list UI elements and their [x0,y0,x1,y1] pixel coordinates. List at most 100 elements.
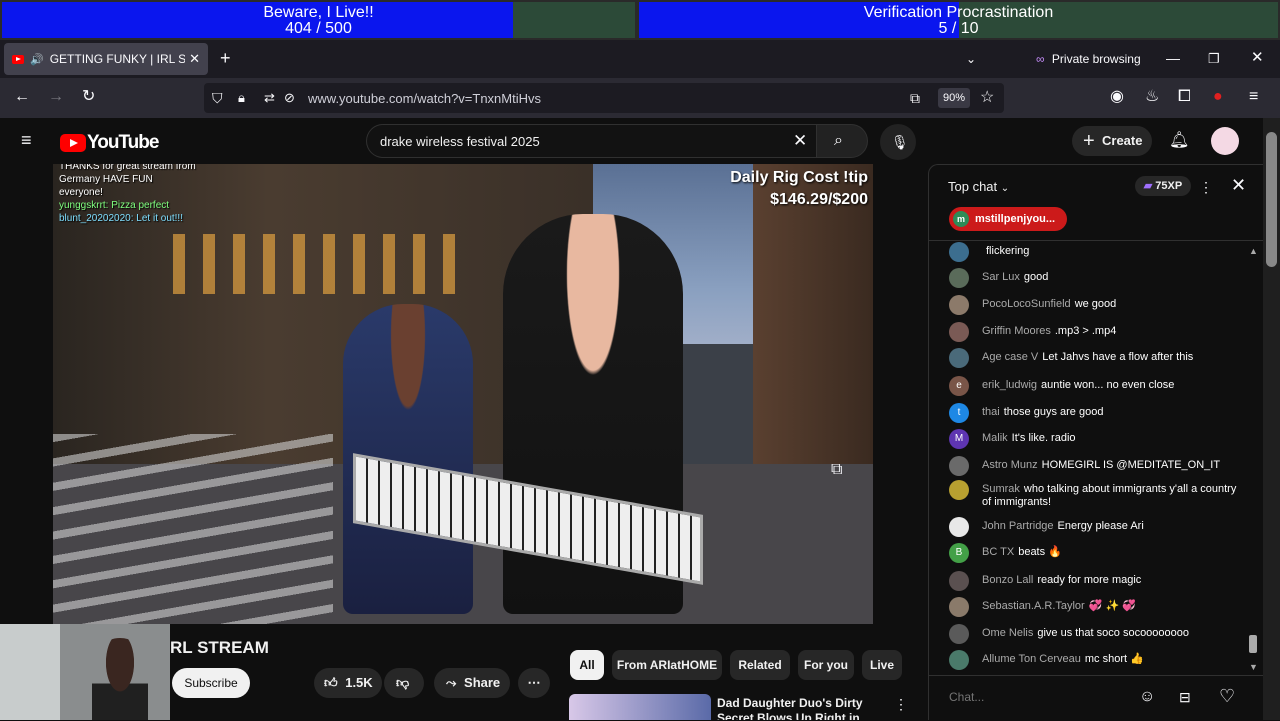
page-scrollbar[interactable] [1263,118,1280,720]
chat-message: Bonzo Lall ready for more magic [949,571,1239,591]
chat-author-name[interactable]: Ome Nelis [982,627,1033,639]
chat-author-name[interactable]: Malik [982,432,1008,444]
minimize-icon[interactable]: — [1166,50,1180,66]
avatar[interactable] [1211,127,1239,155]
youtube-logo-icon[interactable] [60,134,86,152]
menu-icon[interactable]: ≡ [1249,89,1258,105]
account-icon[interactable]: ◉ [1110,89,1124,105]
share-button[interactable]: ⤳ Share [434,668,510,698]
close-chat-icon[interactable]: ✕ [1231,176,1246,194]
chat-author-avatar[interactable] [949,517,969,537]
tab-list-icon[interactable]: ⌄ [966,51,976,67]
bookmark-star-icon[interactable]: ☆ [980,90,994,106]
chip-all[interactable]: All [570,650,604,680]
lock-icon[interactable]: 🔒︎ [238,90,245,106]
pinned-user-chip[interactable]: m mstillpenjyou... [949,207,1067,231]
create-button[interactable]: + Create [1072,126,1152,156]
chat-author-name[interactable]: Griffin Moores [982,325,1051,337]
address-bar[interactable]: ⛉ 🔒︎ ⇄ ⊘ www.youtube.com/watch?v=TnxnMti… [204,83,1004,113]
chat-author-avatar[interactable]: M [949,429,969,449]
chat-author-name[interactable]: erik_ludwig [982,379,1037,391]
search-icon: ⌕ [834,132,843,149]
chat-options-icon[interactable]: ⋮ [1199,179,1213,195]
youtube-logo-text[interactable]: YouTube [87,132,159,154]
chat-author-avatar[interactable] [949,322,969,342]
chip-from-channel[interactable]: From ARIatHOME [612,650,722,680]
hamburger-menu-icon[interactable]: ≡ [21,131,32,149]
chat-author-avatar[interactable]: t [949,403,969,423]
chat-scrollbar[interactable]: ▲ ▼ [1249,243,1259,672]
chat-author-avatar[interactable]: B [949,543,969,563]
chat-author-avatar[interactable] [949,242,969,262]
chat-author-avatar[interactable] [949,480,969,500]
super-chat-icon[interactable]: ⊟ [1179,689,1191,705]
close-tab-icon[interactable]: ✕ [189,51,200,67]
shield-icon[interactable]: ⛉ [212,90,223,106]
related-more-icon[interactable]: ⋮ [894,696,908,712]
permissions-icon[interactable]: ⇄ [264,90,275,106]
chat-author-name[interactable]: Sumrak [982,483,1020,495]
speaker-icon[interactable]: 🔊 [30,53,44,66]
chat-author-name[interactable]: Sar Lux [982,271,1020,283]
chat-author-avatar[interactable] [949,571,969,591]
chat-author-name[interactable]: thai [982,406,1000,418]
notifications-bell-icon[interactable]: 🔔︎ [1169,133,1189,149]
chat-author-avatar[interactable] [949,268,969,288]
search-input[interactable]: drake wireless festival 2025 ✕ [366,124,816,158]
chip-for-you[interactable]: For you [798,650,854,680]
scroll-down-icon[interactable]: ▼ [1249,659,1258,675]
extensions-icon[interactable]: ⧠ [1178,89,1191,105]
related-video-title[interactable]: Dad Daughter Duo's Dirty Secret Blows Up… [717,696,887,720]
search-button[interactable]: ⌕ [816,124,868,158]
page-scroll-thumb[interactable] [1266,132,1277,267]
miniplayer-icon[interactable]: ⧉ [831,462,842,478]
chat-mode-dropdown[interactable]: Top chat ⌄ [948,179,1009,194]
chat-author-name[interactable]: Age case V [982,351,1038,363]
chat-author-name[interactable]: BC TX [982,546,1014,558]
chat-author-avatar[interactable] [949,348,969,368]
related-thumbnail[interactable] [569,694,711,720]
scroll-up-icon[interactable]: ▲ [1249,243,1258,259]
heart-icon[interactable]: ♡ [1219,687,1235,705]
chat-author-avatar[interactable] [949,624,969,644]
reload-icon[interactable]: ↻ [82,89,95,105]
chip-related[interactable]: Related [730,650,790,680]
subscribe-button[interactable]: Subscribe [172,668,250,698]
zoom-indicator[interactable]: 90% [938,88,970,108]
dislike-button[interactable]: 👎︎ [384,668,424,698]
chat-author-avatar[interactable] [949,597,969,617]
picture-icon[interactable]: ⧉ [910,90,920,106]
restore-icon[interactable]: ❐ [1208,51,1220,67]
voice-search-button[interactable]: 🎙︎ [880,124,916,160]
chat-author-name[interactable]: Bonzo Lall [982,574,1033,586]
chat-author-avatar[interactable] [949,295,969,315]
chat-author-avatar[interactable]: e [949,376,969,396]
more-actions-button[interactable]: ⋯ [518,668,550,698]
back-icon[interactable]: ← [14,89,30,105]
chat-author-name[interactable]: John Partridge [982,520,1054,532]
chat-author-avatar[interactable] [949,456,969,476]
blocked-camera-icon[interactable]: ⊘ [284,90,295,106]
browser-tab[interactable]: 🔊 GETTING FUNKY | IRL STRE ✕ [4,43,208,75]
xp-badge[interactable]: ▰ 75XP [1135,176,1191,196]
clear-search-icon[interactable]: ✕ [793,132,807,149]
chat-author-name[interactable]: PocoLocoSunfield [982,298,1071,310]
close-window-icon[interactable]: ✕ [1251,50,1264,66]
chat-author-avatar[interactable] [949,650,969,670]
chat-author-name[interactable]: Sebastian.A.R.Taylor [982,600,1085,612]
chat-author-name[interactable]: Allume Ton Cerveau [982,653,1081,665]
like-button[interactable]: 👍︎ 1.5K [314,668,382,698]
forward-icon[interactable]: → [48,89,64,105]
flame-icon[interactable]: ♨ [1145,89,1159,105]
url-text[interactable]: www.youtube.com/watch?v=TnxnMtiHvs [308,91,541,106]
emoji-icon[interactable]: ☺ [1139,689,1155,705]
extension-red-icon[interactable]: ● [1213,89,1223,105]
chat-author-name[interactable]: Astro Munz [982,459,1038,471]
scroll-thumb[interactable] [1249,635,1257,653]
webcam-overlay [0,624,170,720]
chat-input[interactable] [949,686,1129,708]
video-player[interactable]: THANKS for great stream from Germany HAV… [53,164,873,624]
pinned-user-avatar: m [953,211,969,227]
chip-live[interactable]: Live [862,650,902,680]
new-tab-icon[interactable]: + [220,49,231,67]
